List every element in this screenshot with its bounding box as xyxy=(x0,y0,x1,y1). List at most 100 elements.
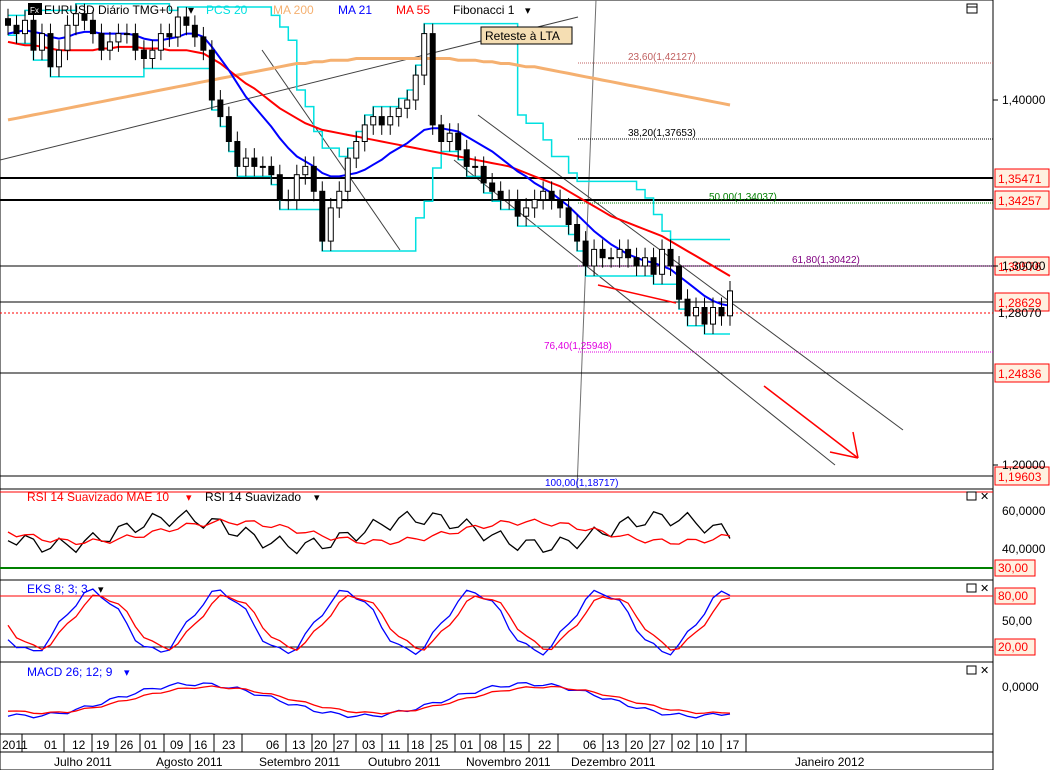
candle xyxy=(208,40,215,110)
x-day-label: 27 xyxy=(652,738,666,752)
candle-body xyxy=(574,224,581,242)
candle-body xyxy=(336,190,343,209)
candle-body xyxy=(115,33,122,43)
indicator-ma200[interactable]: MA 200 xyxy=(273,3,314,17)
candle-body xyxy=(412,74,419,101)
candle-body xyxy=(446,132,453,142)
candle-body xyxy=(200,36,207,51)
rsi-caret[interactable]: ▾ xyxy=(186,492,192,504)
fx-icon-text: Fx xyxy=(30,6,39,15)
x-day-label: 08 xyxy=(484,738,498,752)
x-day-label: 11 xyxy=(388,738,401,752)
rsi-second-caret[interactable]: ▾ xyxy=(314,492,320,504)
x-month-label: Dezembro 2011 xyxy=(571,755,656,769)
symbol-label[interactable]: EURUSD Diário TMG+0 xyxy=(44,3,173,17)
x-day-label: 03 xyxy=(362,738,376,752)
rsi-y-tick: 60,0000 xyxy=(1002,504,1046,518)
candle-body xyxy=(387,116,394,126)
stoch-caret[interactable]: ▾ xyxy=(98,584,104,596)
candle-body xyxy=(166,33,173,38)
fibonacci-dropdown-caret[interactable]: ▾ xyxy=(525,5,531,17)
x-day-label: 25 xyxy=(435,738,449,752)
candle-body xyxy=(676,265,683,300)
candle-body xyxy=(38,33,45,51)
candle-body xyxy=(642,257,649,267)
stoch-label[interactable]: EKS 8; 3; 3 xyxy=(27,582,88,596)
candle-body xyxy=(531,199,538,209)
candle-body xyxy=(727,290,733,317)
x-month-label: Agosto 2011 xyxy=(156,755,223,769)
y-tick-label: 1,40000 xyxy=(1002,93,1046,107)
candle-body xyxy=(157,33,164,51)
candle-body xyxy=(684,298,691,317)
candle-body xyxy=(523,207,530,217)
x-month-label: Novembro 2011 xyxy=(466,755,551,769)
rsi-second-label[interactable]: RSI 14 Suavizado xyxy=(205,490,301,504)
candle-body xyxy=(667,248,674,267)
candle-body xyxy=(5,18,11,26)
fib-label: 61,80(1,30422) xyxy=(792,255,860,266)
candle-body xyxy=(710,307,717,325)
indicator-ma55[interactable]: MA 55 xyxy=(396,3,430,17)
indicator-fibonacci[interactable]: Fibonacci 1 xyxy=(453,3,515,17)
macd-y-tick: 0,0000 xyxy=(1002,680,1039,694)
price-tag: 1,35471 xyxy=(994,168,1050,188)
rsi-y-tick: 40,0000 xyxy=(1002,542,1046,556)
candle-body xyxy=(395,107,402,118)
candle-body xyxy=(106,41,113,51)
candle-body xyxy=(327,207,334,242)
candle-body xyxy=(310,165,317,192)
candle-body xyxy=(650,257,657,275)
stoch-level-text: 80,00 xyxy=(998,589,1028,603)
fib-label: 50,00(1,34037) xyxy=(709,192,777,203)
x-day-label: 20 xyxy=(314,738,328,752)
candle-body xyxy=(13,24,20,35)
indicator-pcs20[interactable]: PCS 20 xyxy=(206,3,248,17)
x-day-label: 23 xyxy=(222,738,236,752)
candle-body xyxy=(98,33,105,51)
candle xyxy=(319,181,326,252)
price-tag: 1,34257 xyxy=(994,190,1050,210)
candle-body xyxy=(174,16,181,38)
candle-body xyxy=(506,199,513,202)
stoch-maximize-icon[interactable] xyxy=(966,583,977,593)
macd-panel[interactable] xyxy=(0,661,994,735)
price-panel[interactable] xyxy=(0,0,994,490)
x-day-label: 26 xyxy=(120,738,134,752)
candle-body xyxy=(293,174,300,201)
stoch-y-tick: 50,00 xyxy=(1002,614,1032,628)
candle-body xyxy=(89,19,96,35)
x-day-label: 10 xyxy=(701,738,715,752)
candle-body xyxy=(633,257,640,267)
macd-label[interactable]: MACD 26; 12; 9 xyxy=(27,665,113,679)
rsi-maximize-icon[interactable] xyxy=(966,491,977,501)
fib-label: 23,60(1,42127) xyxy=(628,52,696,63)
candle-body xyxy=(472,165,479,168)
candle-body xyxy=(276,174,283,201)
x-day-label: 19 xyxy=(96,738,110,752)
dropdown-caret[interactable]: ▾ xyxy=(188,3,194,17)
candle-body xyxy=(140,49,147,60)
stoch-close-icon[interactable]: ✕ xyxy=(980,583,989,595)
x-day-label: 18 xyxy=(411,738,425,752)
macd-close-icon[interactable]: ✕ xyxy=(980,665,989,677)
x-month-label: Janeiro 2012 xyxy=(795,755,865,769)
candle-body xyxy=(463,149,470,167)
candle-body xyxy=(149,49,156,60)
indicator-ma21[interactable]: MA 21 xyxy=(338,3,372,17)
fib-label: 100,00(1,18717) xyxy=(545,478,618,489)
macd-caret[interactable]: ▾ xyxy=(124,667,130,679)
stoch-panel[interactable] xyxy=(0,579,994,663)
rsi-label[interactable]: RSI 14 Suavizado MAE 10 xyxy=(27,490,169,504)
x-day-label: 20 xyxy=(630,738,644,752)
candle-body xyxy=(429,33,436,126)
fib-label: 38,20(1,37653) xyxy=(628,128,696,139)
maximize-icon[interactable] xyxy=(966,3,978,14)
candle-body xyxy=(217,99,224,118)
annotation-text: Reteste à LTA xyxy=(485,29,560,43)
macd-maximize-icon[interactable] xyxy=(966,665,977,675)
candle-body xyxy=(599,248,606,259)
rsi-close-icon[interactable]: ✕ xyxy=(980,491,989,503)
x-day-label: 06 xyxy=(583,738,597,752)
candle-body xyxy=(497,190,504,201)
